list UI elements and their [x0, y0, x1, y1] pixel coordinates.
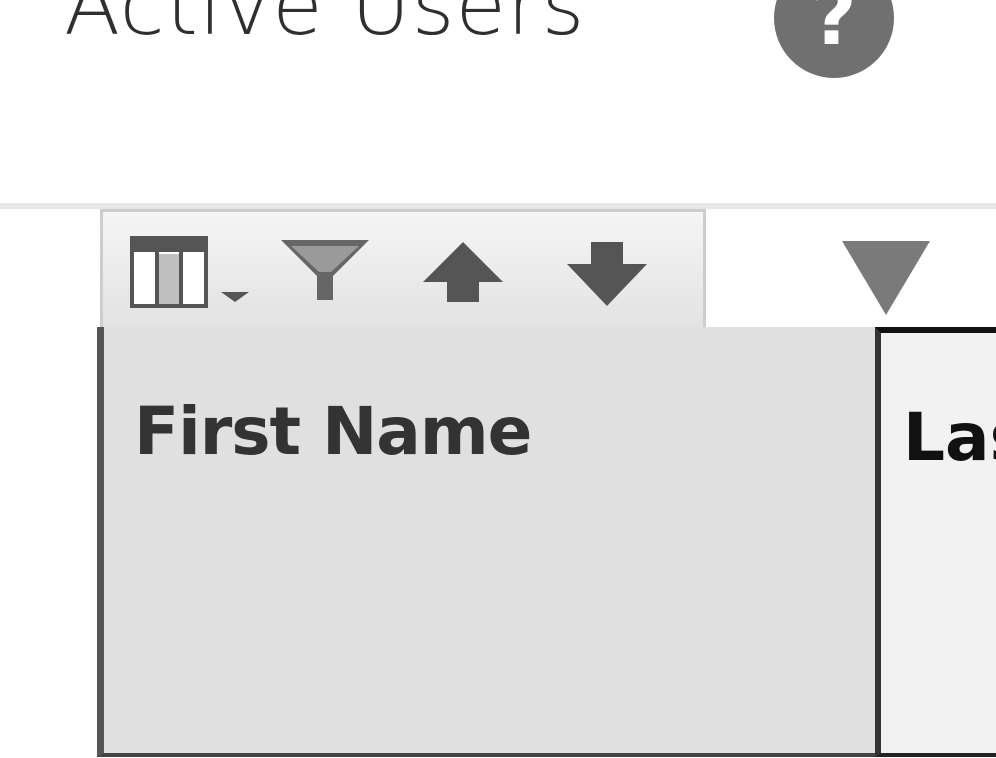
sort-descending-button[interactable]	[563, 234, 651, 314]
column-header-last-name[interactable]: Last Name	[875, 327, 996, 757]
page-title: Active Users	[64, 0, 586, 54]
arrow-up-icon	[423, 242, 503, 302]
users-grid: First Name Last Name	[0, 209, 996, 758]
help-icon[interactable]: ?	[774, 0, 894, 78]
sort-indicator-button[interactable]	[838, 239, 934, 323]
column-toolbar	[100, 209, 706, 329]
columns-menu-button[interactable]	[129, 234, 255, 314]
columns-icon	[130, 236, 249, 308]
funnel-icon	[281, 240, 369, 300]
grid-header-row: First Name Last Name	[97, 327, 996, 757]
sort-ascending-button[interactable]	[419, 234, 507, 314]
column-header-label: Last Name	[903, 399, 996, 476]
page: Active Users ? First Name La	[0, 0, 996, 758]
column-header-first-name[interactable]: First Name	[97, 327, 879, 757]
arrow-down-icon	[567, 242, 647, 306]
filter-button[interactable]	[277, 234, 373, 314]
column-header-label: First Name	[134, 393, 532, 470]
triangle-down-icon	[842, 241, 930, 315]
